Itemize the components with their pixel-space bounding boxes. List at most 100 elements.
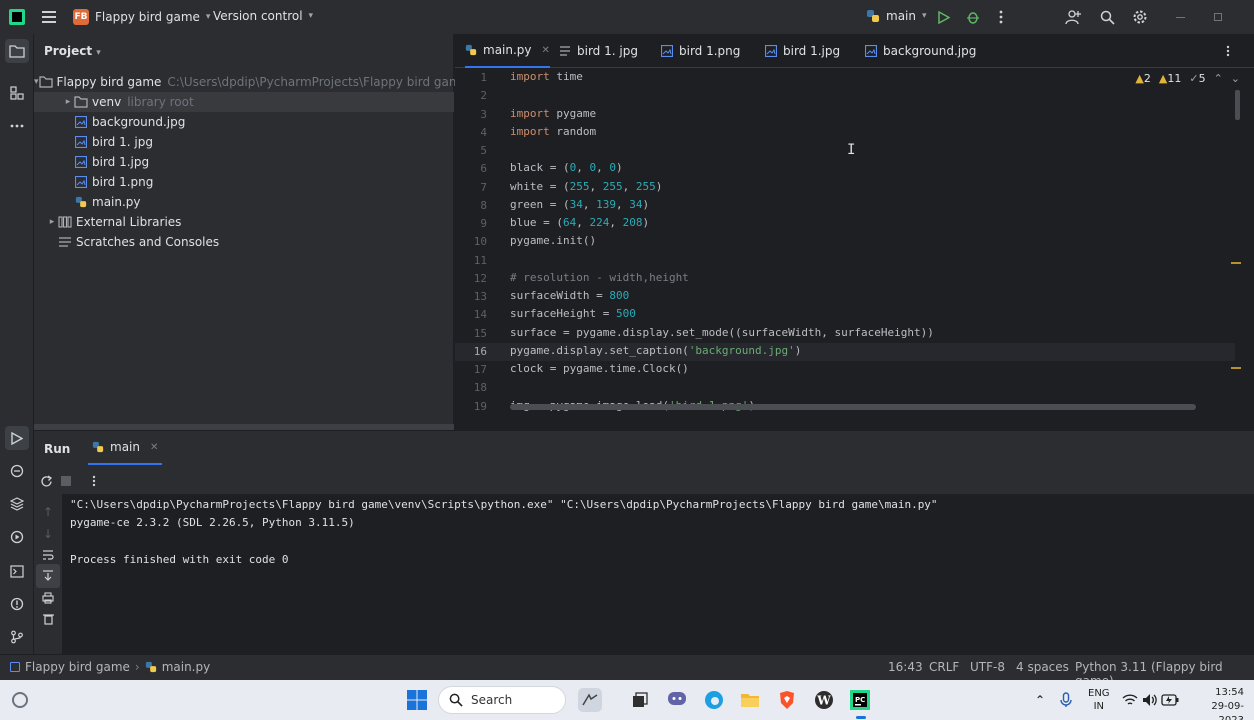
chevron-down-icon[interactable]: ⌄	[1231, 72, 1240, 85]
tree-item[interactable]: bird 1.jpg	[34, 152, 454, 172]
line-number: 17	[473, 363, 487, 376]
tab-options-icon[interactable]	[1216, 39, 1240, 63]
line-separator[interactable]: CRLF	[929, 660, 959, 674]
version-control-selector[interactable]: Version control ▾	[213, 9, 313, 23]
edge-browser-icon[interactable]	[702, 688, 726, 712]
editor-tab[interactable]: bird 1.jpg	[765, 34, 840, 68]
code-line[interactable]: surface = pygame.display.set_mode((surfa…	[510, 326, 934, 339]
vertical-scrollbar[interactable]	[1235, 90, 1240, 120]
pycharm-taskbar-icon[interactable]: PC	[848, 688, 872, 712]
run-tab-main[interactable]: main ✕	[88, 431, 163, 465]
settings-gear-icon[interactable]	[1128, 5, 1152, 29]
code-line[interactable]: import pygame	[510, 107, 596, 120]
main-menu-icon[interactable]	[37, 5, 61, 29]
trash-icon[interactable]	[36, 607, 60, 631]
code-line[interactable]: # resolution - width,height	[510, 271, 689, 284]
task-view-icon[interactable]	[628, 688, 652, 712]
tree-item[interactable]: background.jpg	[34, 112, 454, 132]
language-indicator[interactable]: ENG IN	[1088, 687, 1110, 713]
caret-position[interactable]: 16:43	[888, 660, 923, 674]
battery-icon[interactable]	[1158, 688, 1182, 712]
python-console-icon[interactable]	[5, 459, 29, 483]
run-button[interactable]	[932, 5, 956, 29]
code-line[interactable]: clock = pygame.time.Clock()	[510, 362, 689, 375]
code-line[interactable]: pygame.display.set_caption('background.j…	[510, 344, 801, 357]
file-encoding[interactable]: UTF-8	[970, 660, 1005, 674]
run-config-label: main	[886, 9, 916, 23]
chevron-right-icon[interactable]: ▸	[46, 217, 58, 227]
code-line[interactable]: blue = (64, 224, 208)	[510, 216, 649, 229]
indent-setting[interactable]: 4 spaces	[1016, 660, 1069, 674]
wordpress-icon[interactable]: W	[812, 688, 836, 712]
brave-browser-icon[interactable]	[775, 688, 799, 712]
microphone-icon[interactable]	[1054, 688, 1078, 712]
windows-start-icon[interactable]	[405, 688, 429, 712]
code-editor[interactable]: 1 import time 2 3 import pygame 4 import rando…	[455, 68, 1254, 414]
close-icon[interactable]: ✕	[542, 45, 550, 56]
code-line[interactable]: white = (255, 255, 255)	[510, 180, 662, 193]
tree-item-label: main.py	[92, 195, 141, 209]
chevron-right-icon[interactable]: ▸	[62, 97, 74, 107]
debug-button[interactable]	[961, 5, 985, 29]
editor-tab-label: background.jpg	[883, 44, 977, 58]
terminal-icon[interactable]	[5, 559, 29, 583]
file-explorer-icon[interactable]	[738, 688, 762, 712]
scratches-icon	[58, 236, 72, 249]
tree-item[interactable]: bird 1. jpg	[34, 132, 454, 152]
warning-marker[interactable]	[1231, 262, 1241, 264]
more-actions-icon[interactable]	[989, 5, 1013, 29]
code-line[interactable]: surfaceWidth = 800	[510, 289, 629, 302]
editor-tab[interactable]: background.jpg	[865, 34, 976, 68]
teams-chat-icon[interactable]	[665, 688, 689, 712]
restore-button[interactable]	[1206, 5, 1230, 29]
module-icon	[10, 662, 20, 672]
chevron-up-icon[interactable]: ⌃	[1028, 688, 1052, 712]
tree-item[interactable]: ▸ External Libraries	[34, 212, 454, 232]
code-line[interactable]: black = (0, 0, 0)	[510, 161, 623, 174]
tree-item[interactable]: Scratches and Consoles	[34, 232, 454, 252]
code-line[interactable]: pygame.init()	[510, 234, 596, 247]
code-line[interactable]: green = (34, 139, 34)	[510, 198, 649, 211]
run-config-selector[interactable]: main ▾	[866, 9, 927, 23]
code-line[interactable]: import time	[510, 70, 583, 83]
minimize-button[interactable]	[1168, 5, 1192, 29]
inspection-widget[interactable]: ▲2 ▲11 ✓5 ⌃ ⌄	[1135, 72, 1240, 85]
breadcrumb-file[interactable]: main.py	[162, 660, 211, 674]
line-number: 14	[473, 308, 487, 322]
taskbar-search-box[interactable]: Search	[438, 686, 566, 714]
editor-tab[interactable]: bird 1. jpg	[559, 34, 638, 68]
editor-tab[interactable]: main.py ✕	[465, 34, 550, 68]
services-icon[interactable]	[5, 525, 29, 549]
breadcrumb-project[interactable]: Flappy bird game	[25, 660, 130, 674]
widgets-icon[interactable]	[8, 688, 32, 712]
arrow-up-icon[interactable]: ↑	[36, 500, 60, 524]
more-options-icon[interactable]	[82, 469, 106, 493]
warning-marker[interactable]	[1231, 367, 1241, 369]
more-tools-icon[interactable]	[5, 114, 29, 138]
python-packages-icon[interactable]	[5, 492, 29, 516]
run-console-output[interactable]: "C:\Users\dpdip\PycharmProjects\Flappy b…	[62, 494, 1254, 654]
tree-item[interactable]: ▸ venv library root	[34, 92, 454, 112]
add-user-icon[interactable]	[1061, 5, 1085, 29]
problems-icon[interactable]	[5, 592, 29, 616]
project-folder-icon[interactable]	[5, 39, 29, 63]
tree-item[interactable]: main.py	[34, 192, 454, 212]
python-icon	[465, 44, 477, 56]
git-icon[interactable]	[5, 625, 29, 649]
chevron-up-icon[interactable]: ⌃	[1214, 72, 1223, 85]
run-tool-icon[interactable]	[5, 426, 29, 450]
editor-tab[interactable]: bird 1.png	[661, 34, 740, 68]
code-line[interactable]: surfaceHeight = 500	[510, 307, 636, 320]
editor-horizontal-scrollbar[interactable]	[510, 404, 1196, 410]
search-highlight-icon[interactable]	[578, 688, 602, 712]
scroll-to-end-icon[interactable]	[36, 564, 60, 588]
structure-icon[interactable]	[5, 81, 29, 105]
project-panel-title[interactable]: Project ▾	[44, 44, 101, 58]
search-icon[interactable]	[1095, 5, 1119, 29]
project-selector[interactable]: FB Flappy bird game ▾	[73, 9, 210, 25]
tree-item[interactable]: ▾ Flappy bird game C:\Users\dpdip\PycharmP…	[34, 72, 468, 92]
close-icon[interactable]: ✕	[150, 442, 158, 453]
system-clock[interactable]: 13:54 29-09-2023	[1188, 686, 1244, 720]
tree-item[interactable]: bird 1.png	[34, 172, 454, 192]
code-line[interactable]: import random	[510, 125, 596, 138]
